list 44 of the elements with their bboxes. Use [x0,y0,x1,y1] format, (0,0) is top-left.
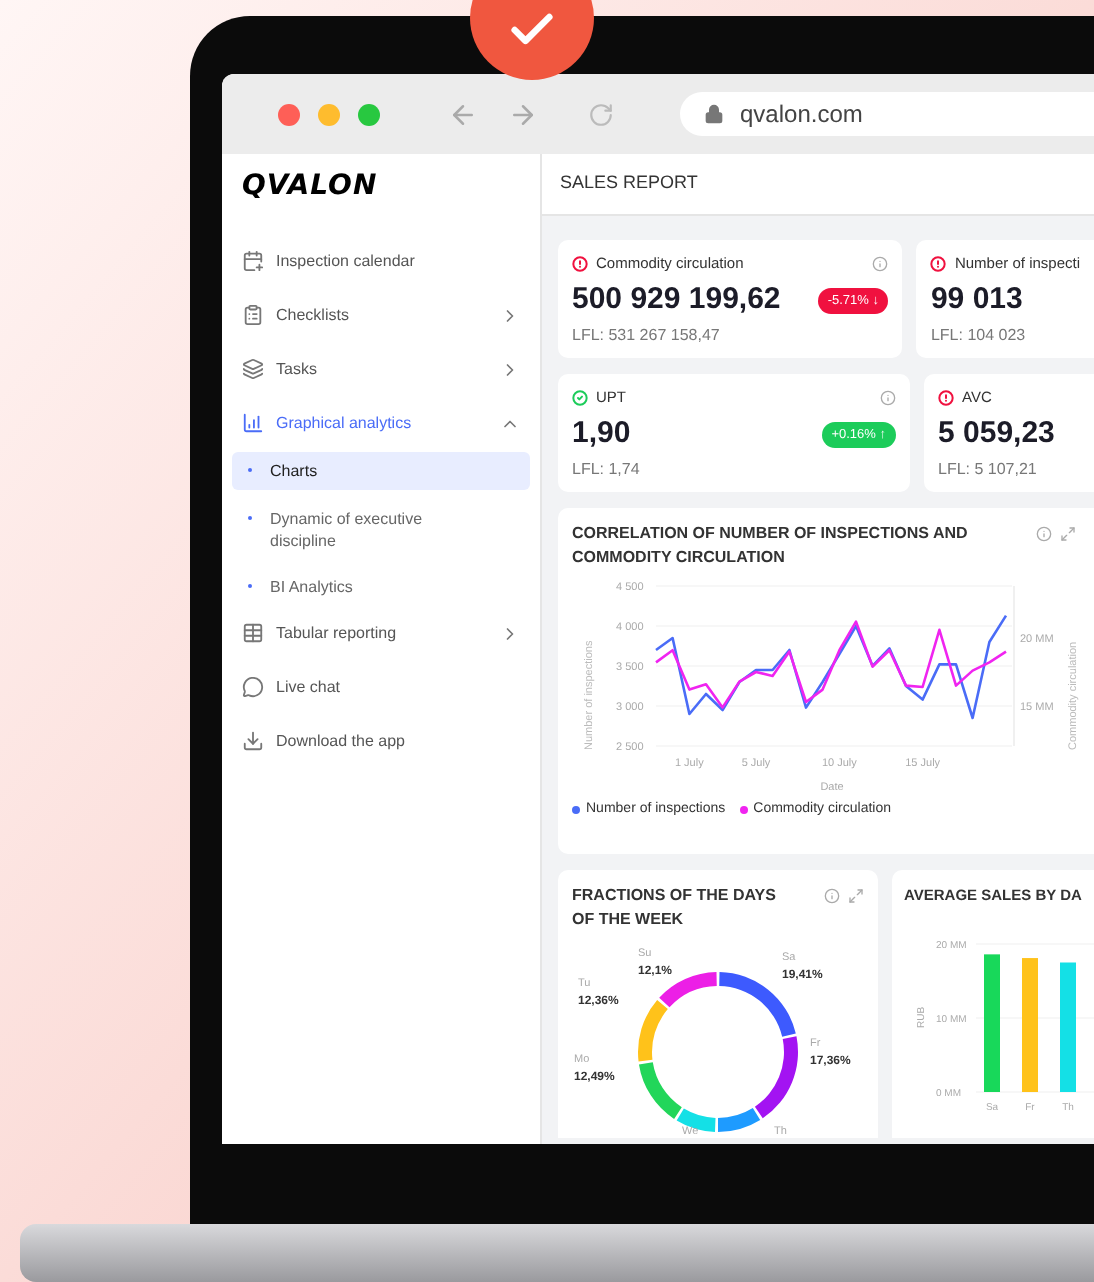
nav-icon [242,250,264,272]
nav-item[interactable]: Checklists [232,288,530,342]
nav-icon [242,676,264,698]
chart-title: FRACTIONS OF THE DAYS OF THE WEEK [572,884,778,932]
page-title: SALES REPORT [560,170,698,197]
nav-icon [242,622,264,644]
kpi-value: 99 013 [930,280,1023,321]
lfl-text: LFL: 104 023 [930,323,1028,348]
address-bar[interactable]: qvalon.com [680,92,1094,136]
nav-item[interactable]: Graphical analytics [232,396,530,450]
info-icon[interactable] [872,255,889,272]
forward-icon[interactable] [508,99,538,129]
nav-icon [242,304,264,326]
info-icon[interactable] [880,389,896,406]
nav-icon [242,412,264,434]
lfl-text: LFL: 1,74 [572,457,642,482]
nav-item[interactable]: Tasks [232,342,530,396]
subnav-item[interactable]: BI Analytics [232,568,530,606]
logo: QVALON [242,172,380,200]
bar [1022,958,1038,1092]
kpi-value: 5 059,23 [938,414,1055,455]
info-icon[interactable] [1036,526,1052,542]
bar [1060,962,1076,1092]
subnav-item[interactable]: Dynamic of executive discipline [232,500,530,560]
url-text: qvalon.com [740,98,863,132]
nav-item[interactable]: Download the app [232,714,530,768]
lfl-text: LFL: 531 267 158,47 [572,323,722,348]
bar [984,954,1000,1092]
back-icon[interactable] [448,99,478,129]
expand-icon[interactable] [1060,526,1076,542]
info-icon[interactable] [824,888,840,904]
nav-item[interactable]: Inspection calendar [232,234,530,288]
lock-icon [704,104,724,124]
expand-icon[interactable] [848,888,864,904]
nav-icon [242,358,264,380]
nav-icon [242,730,264,752]
nav-item[interactable]: Live chat [232,660,530,714]
reload-icon[interactable] [588,101,614,127]
chart-title: CORRELATION OF NUMBER OF INSPECTIONS AND COMMODITY CIRCULATION [572,522,970,570]
kpi-value: 500 929 199,62 [572,280,781,321]
nav-item[interactable]: Tabular reporting [232,606,530,660]
kpi-value: 1,90 [572,414,631,455]
subnav-item[interactable]: Charts [232,452,530,490]
lfl-text: LFL: 5 107,21 [938,457,1039,482]
